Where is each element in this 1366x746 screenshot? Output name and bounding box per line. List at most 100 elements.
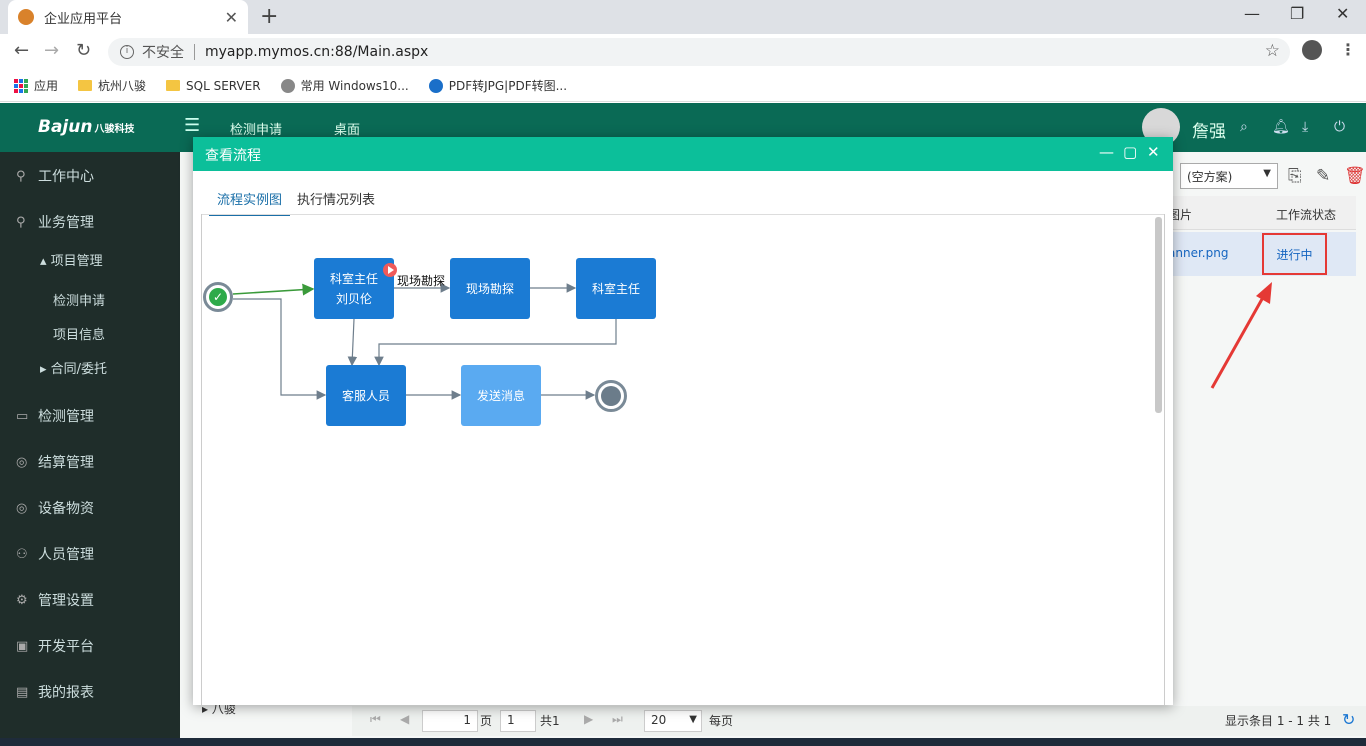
browser-tab[interactable]: 企业应用平台 ✕ [8, 0, 248, 34]
browser-menu-icon[interactable]: ⋮ [1340, 40, 1356, 59]
back-arrow-icon[interactable]: ← [14, 40, 29, 61]
scrollbar[interactable] [1155, 217, 1162, 413]
box-icon: ◎ [16, 500, 28, 516]
apps-grid-icon [14, 78, 28, 93]
edge-start-to-n4 [233, 298, 327, 400]
edge-label: 现场勘探 [397, 274, 446, 288]
pager-summary: 显示条目 1 - 1 共 1 [1225, 714, 1332, 728]
bookmark-windows10[interactable]: 常用 Windows10... [280, 77, 409, 94]
edit-icon[interactable]: ✎ [1316, 166, 1330, 186]
column-header-status[interactable]: 工作流状态 [1276, 206, 1336, 223]
sidebar-item-label: 结算管理 [38, 455, 94, 471]
sidebar-item-personnel[interactable]: ⚇ 人员管理 [16, 544, 94, 564]
page-input[interactable]: 1 [422, 710, 478, 732]
forward-arrow-icon[interactable]: → [44, 40, 59, 61]
sidebar-item-inspection-request[interactable]: 检测申请 [53, 290, 105, 309]
flow-node-site-survey[interactable]: 现场勘探 [450, 258, 530, 319]
sidebar-item-settlement[interactable]: ◎ 结算管理 [16, 452, 94, 472]
close-icon[interactable]: ✕ [1147, 143, 1160, 161]
security-label: 不安全 [142, 45, 184, 61]
first-page-icon[interactable]: ⏮ [370, 712, 381, 727]
tab-flow-instance[interactable]: 流程实例图 [209, 189, 291, 216]
dialog-titlebar[interactable]: 查看流程 — ▢ ✕ [193, 137, 1173, 171]
sidebar-item-contract[interactable]: ▸ 合同/委托 [40, 358, 107, 377]
sidebar-item-label: 人员管理 [38, 547, 94, 563]
info-icon[interactable]: i [120, 45, 134, 59]
end-circle-icon [601, 386, 621, 406]
sidebar-item-project-info[interactable]: 项目信息 [53, 324, 105, 343]
bookmark-hangzhou[interactable]: 杭州八骏 [78, 77, 146, 94]
close-window-icon[interactable]: ✕ [1336, 4, 1349, 23]
end-event[interactable] [595, 380, 627, 412]
sidebar-item-dev-platform[interactable]: ▣ 开发平台 [16, 636, 94, 656]
node-assignee: 刘贝伦 [335, 291, 372, 306]
sidebar-item-inspection[interactable]: ▭ 检测管理 [16, 406, 94, 426]
address-toolbar: ← → ↻ i 不安全 myapp.mymos.cn:88/Main.aspx … [0, 34, 1366, 70]
status-highlight[interactable]: 进行中 [1262, 233, 1327, 275]
scheme-select[interactable]: (空方案) ▼ [1180, 163, 1278, 189]
restore-window-icon[interactable]: ❐ [1290, 4, 1304, 23]
flow-node-dept-head-active[interactable]: 科室主任 刘贝伦 [314, 258, 394, 319]
url-text[interactable]: myapp.mymos.cn:88/Main.aspx [205, 44, 428, 60]
prev-page-icon[interactable]: ◀ [400, 712, 409, 726]
refresh-icon[interactable]: ↻ [1342, 710, 1355, 729]
bell-icon[interactable]: 🔔︎ [1272, 119, 1290, 135]
node-label: 现场勘探 [465, 281, 514, 296]
sidebar-item-business[interactable]: ⚲ 业务管理 [16, 212, 94, 232]
check-icon: ✓ [209, 288, 227, 306]
delete-icon[interactable]: 🗑︎ [1344, 166, 1366, 186]
close-tab-icon[interactable]: ✕ [225, 8, 238, 27]
sidebar-item-project-management[interactable]: ▴ 项目管理 [40, 250, 103, 269]
flow-node-customer-service[interactable]: 客服人员 [326, 365, 406, 426]
sidebar-item-label: 管理设置 [38, 593, 94, 609]
chart-icon: ▤ [16, 684, 29, 700]
sidebar-item-equipment[interactable]: ◎ 设备物资 [16, 498, 94, 518]
dialog-title: 查看流程 [205, 148, 261, 164]
flow-node-dept-head[interactable]: 科室主任 [576, 258, 656, 319]
sidebar-item-label: 检测管理 [38, 409, 94, 425]
people-icon: ⚇ [16, 546, 28, 562]
minimize-icon[interactable]: — [1099, 143, 1114, 161]
address-bar[interactable]: i 不安全 myapp.mymos.cn:88/Main.aspx ☆ [108, 38, 1290, 66]
bookmark-star-icon[interactable]: ☆ [1265, 41, 1280, 61]
new-tab-icon[interactable]: + [260, 4, 278, 29]
bookmark-label: 杭州八骏 [98, 79, 147, 93]
hamburger-menu-icon[interactable]: ☰ [184, 115, 200, 136]
minimize-window-icon[interactable]: — [1244, 4, 1260, 23]
coin-icon: ◎ [16, 454, 28, 470]
top-tab-desktop[interactable]: 桌面 [334, 119, 360, 138]
search-icon[interactable]: ⌕ [1240, 119, 1248, 135]
add-file-icon[interactable]: ⎘ [1288, 166, 1302, 186]
flow-diagram: ✓ 科室主任 刘贝伦 现场勘探 现场勘探 科室主任 客服人员 发送消息 [201, 215, 1155, 704]
flow-node-send-message[interactable]: 发送消息 [461, 365, 541, 426]
page-size-select[interactable]: 20 ▼ [644, 710, 702, 732]
start-event[interactable]: ✓ [203, 282, 233, 312]
per-page-label: 每页 [709, 714, 734, 728]
maximize-icon[interactable]: ▢ [1123, 143, 1137, 161]
bookmark-label: 应用 [34, 79, 59, 93]
bookmark-pdf[interactable]: PDF转JPG|PDF转图... [428, 77, 567, 94]
sidebar-item-label: 业务管理 [38, 215, 94, 231]
sidebar-item-settings[interactable]: ⚙ 管理设置 [16, 590, 94, 610]
bookmark-apps[interactable]: 应用 [14, 77, 58, 94]
annotation-arrow [1210, 282, 1272, 389]
last-page-icon[interactable]: ⏭ [612, 712, 623, 727]
reload-icon[interactable]: ↻ [76, 40, 91, 61]
tab-execution-list[interactable]: 执行情况列表 [289, 189, 383, 214]
bookmark-sqlserver[interactable]: SQL SERVER [166, 79, 261, 93]
edge-start-to-n1 [232, 283, 315, 296]
download-icon[interactable]: ⤓ [1302, 119, 1308, 135]
page-number[interactable]: 1 [500, 710, 536, 732]
users-icon: ⚲ [16, 214, 26, 230]
cell-image[interactable]: anner.png [1168, 246, 1228, 260]
pager: ⏮ ◀ 1 页 1 共1 ▶ ⏭ 20 ▼ 每页 显示条目 1 - 1 共 1 [352, 706, 1366, 736]
next-page-icon[interactable]: ▶ [584, 712, 593, 726]
sidebar-item-work-center[interactable]: ⚲ 工作中心 [16, 166, 94, 186]
folder-icon [166, 80, 181, 91]
power-icon[interactable]: ⏻ [1334, 119, 1345, 135]
edge-n3-to-n4 [374, 319, 617, 367]
user-name[interactable]: 詹强 [1192, 117, 1226, 142]
sidebar-item-reports[interactable]: ▤ 我的报表 [16, 682, 94, 702]
top-tab-inspection-request[interactable]: 检测申请 [230, 119, 282, 138]
profile-avatar-icon[interactable] [1302, 40, 1322, 60]
